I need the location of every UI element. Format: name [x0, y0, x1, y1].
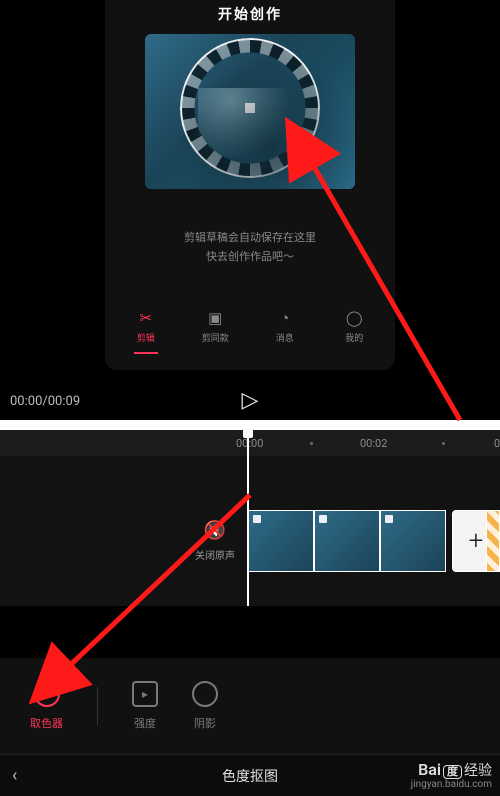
nav-label: 消息 — [276, 331, 294, 344]
time-readout: 00:00/00:09 — [10, 394, 80, 409]
user-icon: ◯ — [345, 309, 363, 327]
nav-label: 剪辑 — [137, 331, 155, 344]
shadow-icon — [192, 681, 218, 707]
scissors-icon: ✂ — [137, 309, 155, 327]
tool-label: 强度 — [134, 715, 156, 731]
tool-shadow[interactable]: 阴影 — [192, 681, 218, 731]
tick-dot — [442, 442, 445, 445]
nav-label: 剪同款 — [202, 331, 229, 344]
video-clip[interactable] — [314, 510, 380, 572]
watermark: Bai度经验 jingyan.baidu.com — [411, 761, 492, 790]
mute-icon: 🔇 — [204, 520, 226, 541]
tool-label: 阴影 — [194, 715, 216, 731]
chroma-toolbar: 取色器 ▸ 强度 阴影 — [0, 658, 500, 754]
tick-label: 00:00 — [236, 437, 263, 450]
template-icon: ▣ — [206, 309, 224, 327]
transport-bar: 00:00/00:09 ▷ — [0, 384, 500, 418]
tick-dot — [310, 442, 313, 445]
picker-icon — [34, 681, 60, 707]
mute-label: 关闭原声 — [195, 547, 235, 562]
color-picker-ring — [180, 38, 320, 178]
clip-decor — [486, 510, 500, 572]
hint-line-2: 快去创作作品吧～ — [184, 248, 316, 267]
app-start-panel: 开始创作 剪辑草稿会自动保存在这里 快去创作作品吧～ ✂ 剪辑 ▣ 剪同款 ◔ … — [105, 0, 395, 370]
tick-label: 00:02 — [360, 437, 387, 450]
intensity-icon: ▸ — [132, 681, 158, 707]
draft-hint: 剪辑草稿会自动保存在这里 快去创作作品吧～ — [184, 229, 316, 266]
playhead[interactable] — [247, 430, 249, 606]
bell-icon: ◔ — [276, 309, 294, 327]
mute-toggle[interactable]: 🔇 关闭原声 — [195, 520, 235, 562]
tick-label: 0 — [494, 437, 500, 450]
tool-color-picker[interactable]: 取色器 — [30, 681, 63, 731]
video-clip[interactable] — [380, 510, 446, 572]
color-picker-center — [245, 103, 255, 113]
video-clip[interactable] — [248, 510, 314, 572]
toolbar-divider — [97, 687, 98, 725]
nav-profile[interactable]: ◯ 我的 — [320, 309, 390, 354]
start-title: 开始创作 — [218, 4, 282, 24]
tool-label: 取色器 — [30, 715, 63, 731]
nav-label: 我的 — [345, 331, 363, 344]
bottom-nav: ✂ 剪辑 ▣ 剪同款 ◔ 消息 ◯ 我的 — [105, 309, 395, 370]
preview-thumbnail[interactable] — [145, 34, 355, 189]
hint-line-1: 剪辑草稿会自动保存在这里 — [184, 229, 316, 248]
panel-title: 色度抠图 — [222, 766, 278, 786]
tool-intensity[interactable]: ▸ 强度 — [132, 681, 158, 731]
play-button[interactable]: ▷ — [242, 390, 259, 412]
clip-strip: + — [248, 510, 500, 572]
nav-messages[interactable]: ◔ 消息 — [250, 309, 320, 354]
nav-edit[interactable]: ✂ 剪辑 — [111, 309, 181, 354]
nav-template[interactable]: ▣ 剪同款 — [181, 309, 251, 354]
back-button[interactable]: ‹ — [12, 765, 17, 786]
